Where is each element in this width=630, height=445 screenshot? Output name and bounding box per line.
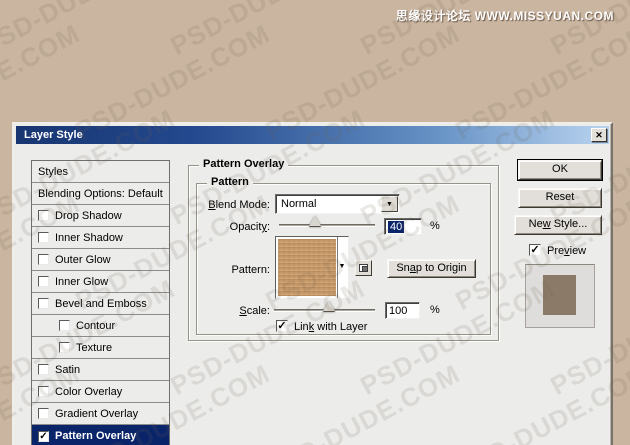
sidebar-item-blending-options[interactable]: Blending Options: Default [32,183,169,205]
sidebar-item-drop-shadow[interactable]: Drop Shadow [32,205,169,227]
new-preset-icon [359,264,368,272]
sidebar-item-label: Inner Glow [55,275,109,288]
sidebar-item-inner-shadow[interactable]: Inner Shadow [32,227,169,249]
watermark-text: PSD-DUDE.COM [0,0,180,62]
ok-button[interactable]: OK [517,159,603,181]
sidebar-item-texture[interactable]: Texture [32,337,169,359]
preview-checkbox[interactable]: ✓ [529,244,541,256]
checkbox-icon[interactable] [38,364,49,375]
preview-label: Preview [547,245,587,257]
pattern-label: Pattern: [231,264,270,276]
chevron-down-icon[interactable]: ▼ [337,263,347,270]
scale-input[interactable]: 100 [385,302,420,319]
opacity-slider-track[interactable] [279,224,375,227]
scale-label: Scale: [239,305,270,317]
checkbox-icon[interactable] [38,232,49,243]
sidebar-item-bevel-and-emboss[interactable]: Bevel and Emboss [32,293,169,315]
reset-button[interactable]: Reset [518,188,602,208]
layer-style-dialog: Layer Style ✕ Styles Blending Options: D… [12,122,613,445]
sidebar-item-outer-glow[interactable]: Outer Glow [32,249,169,271]
sidebar-item-label: Bevel and Emboss [55,297,147,310]
dialog-titlebar[interactable]: Layer Style ✕ [16,126,609,144]
preview-thumbnail [525,264,595,328]
sidebar-item-label: Drop Shadow [55,209,122,222]
checkbox-icon[interactable] [59,342,70,353]
new-style-button[interactable]: New Style... [514,215,602,235]
pattern-picker[interactable]: ▼ [275,236,349,299]
sidebar-item-inner-glow[interactable]: Inner Glow [32,271,169,293]
sidebar-item-contour[interactable]: Contour [32,315,169,337]
watermark-text: PSD-DUDE.COM [165,0,370,62]
sidebar-item-label: Color Overlay [55,385,123,398]
checkbox-icon[interactable] [38,386,49,397]
sidebar-item-label: Styles [38,165,68,178]
checkbox-icon[interactable] [38,298,49,309]
preview-layer-swatch [543,275,576,315]
link-with-layer-checkbox[interactable]: ✓ [276,320,288,332]
scale-value: 100 [389,305,408,317]
link-with-layer-label: Link with Layer [294,321,368,333]
opacity-unit: % [430,220,440,232]
sidebar-item-label: Contour [76,319,116,332]
snap-to-origin-button[interactable]: Snap to Origin [387,259,476,278]
sidebar-item-label: Gradient Overlay [55,407,139,420]
opacity-label: Opacity: [229,221,270,233]
scale-slider-thumb[interactable] [323,301,335,311]
blend-mode-value: Normal [281,198,317,210]
checkbox-icon[interactable] [38,254,49,265]
sidebar-item-color-overlay[interactable]: Color Overlay [32,381,169,403]
scale-unit: % [430,304,440,316]
checkbox-icon[interactable] [59,320,70,331]
pattern-thumbnail[interactable] [278,239,336,296]
opacity-input[interactable]: 40 [384,218,422,235]
sidebar-item-gradient-overlay[interactable]: Gradient Overlay [32,403,169,425]
chevron-down-icon[interactable]: ▼ [381,196,398,212]
blend-mode-label: Blend Mode: [208,199,270,211]
opacity-slider-thumb[interactable] [309,216,321,226]
sidebar-item-label: Texture [76,341,113,354]
sidebar-item-satin[interactable]: Satin [32,359,169,381]
site-credit: 思缘设计论坛 WWW.MISSYUAN.COM [395,9,614,23]
blend-mode-select[interactable]: Normal ▼ [275,194,400,214]
checkbox-icon[interactable] [38,276,49,287]
sidebar-item-label: Blending Options: Default [38,187,163,200]
sidebar-item-label: Pattern Overlay [55,430,137,442]
close-icon[interactable]: ✕ [591,128,607,142]
dialog-title: Layer Style [24,129,83,141]
sidebar-item-label: Inner Shadow [55,231,123,244]
sidebar-item-label: Outer Glow [55,253,111,266]
sidebar-item-pattern-overlay[interactable]: ✓ Pattern Overlay [32,425,169,445]
checkbox-icon[interactable] [38,210,49,221]
checkbox-icon[interactable] [38,408,49,419]
sidebar-item-label: Satin [55,363,81,376]
checkbox-checked-icon[interactable]: ✓ [38,430,49,442]
group-title: Pattern Overlay [199,158,289,170]
group-title: Pattern [207,176,253,188]
new-preset-button[interactable] [355,260,372,276]
styles-list: Styles Blending Options: Default Drop Sh… [31,160,170,445]
sidebar-item-styles[interactable]: Styles [32,161,169,183]
opacity-value: 40 [388,221,405,233]
